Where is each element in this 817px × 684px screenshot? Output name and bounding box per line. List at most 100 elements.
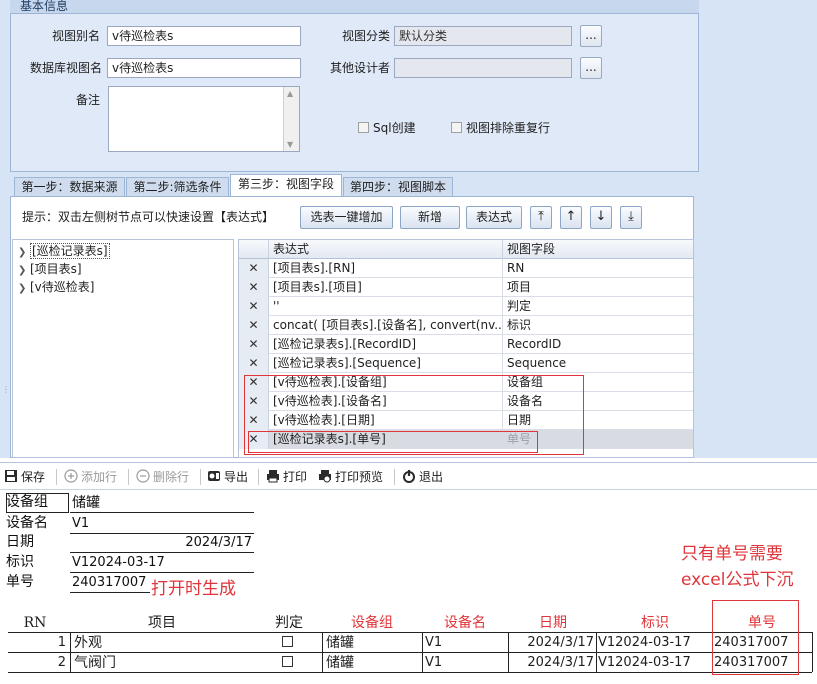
grid-row[interactable]: ✕ concat( [项目表s].[设备名], convert(nv... 标识 [239, 316, 693, 335]
remark-textarea[interactable]: ▲ ▼ [108, 86, 300, 152]
print-label: 打印 [283, 470, 308, 484]
add-button[interactable]: 新增 [400, 206, 460, 229]
chevron-right-icon[interactable]: ❯ [18, 281, 30, 297]
add-row-label: 添加行 [81, 470, 118, 484]
expression-cell[interactable]: '' [269, 297, 503, 316]
report-cell-equip-name[interactable]: V1 [425, 634, 505, 652]
export-button[interactable]: 导出 [207, 468, 248, 486]
exit-button[interactable]: 退出 [402, 468, 443, 486]
splitter-grip[interactable]: ⋮ [2, 386, 10, 402]
tree-node[interactable]: ❯ [项目表s] [18, 261, 82, 279]
other-designer-input[interactable] [394, 58, 572, 78]
delete-row-icon[interactable]: ✕ [239, 354, 269, 373]
report-cell-equip-name[interactable]: V1 [425, 654, 505, 672]
move-down-icon[interactable]: ↓ [590, 206, 612, 229]
db-view-name-input[interactable]: v待巡检表s [107, 58, 301, 78]
tree-node[interactable]: ❯ [巡检记录表s] [18, 243, 110, 261]
report-cell-rn[interactable]: 1 [8, 634, 66, 652]
expression-cell[interactable]: [巡检记录表s].[RecordID] [269, 335, 503, 354]
delete-row-icon[interactable]: ✕ [239, 297, 269, 316]
tab-filter[interactable]: 第二步:筛选条件 [126, 177, 229, 198]
view-field-cell[interactable]: 判定 [503, 297, 693, 316]
report-table-rule [596, 632, 597, 672]
report-cell-equip-group[interactable]: 储罐 [326, 654, 418, 672]
move-top-icon[interactable]: ⤒ [530, 206, 552, 229]
report-field-value[interactable]: 2024/3/17 [150, 534, 252, 552]
print-button[interactable]: 打印 [266, 468, 307, 486]
report-cell-ident[interactable]: V12024-03-17 [598, 654, 710, 672]
judge-checkbox[interactable] [282, 636, 293, 647]
add-row-button[interactable]: 添加行 [64, 468, 117, 486]
grid-header-expression[interactable]: 表达式 [269, 240, 503, 259]
expression-cell[interactable]: [项目表s].[RN] [269, 259, 503, 278]
view-field-cell[interactable]: 标识 [503, 316, 693, 335]
alias-input[interactable]: v待巡检表s [107, 26, 301, 46]
report-cell-item[interactable]: 外观 [74, 634, 254, 652]
note-excel-line2: excel公式下沉 [681, 570, 794, 590]
tab-view-script[interactable]: 第四步：视图脚本 [343, 177, 453, 198]
chevron-right-icon[interactable]: ❯ [18, 263, 30, 279]
view-field-cell[interactable]: RecordID [503, 335, 693, 354]
expression-cell[interactable]: [项目表s].[项目] [269, 278, 503, 297]
report-cell-ident[interactable]: V12024-03-17 [598, 634, 710, 652]
view-field-cell[interactable]: Sequence [503, 354, 693, 373]
print-preview-button[interactable]: 打印预览 [318, 468, 383, 486]
report-field-value[interactable]: V1 [72, 515, 89, 533]
judge-checkbox[interactable] [282, 656, 293, 667]
grid-row[interactable]: ✕ [巡检记录表s].[RecordID] RecordID [239, 335, 693, 354]
report-field-value[interactable]: 储罐 [72, 494, 100, 512]
view-field-cell[interactable]: RN [503, 259, 693, 278]
grid-row[interactable]: ✕ [项目表s].[项目] 项目 [239, 278, 693, 297]
delete-row-button[interactable]: 删除行 [136, 468, 189, 486]
scroll-down-icon[interactable]: ▼ [287, 140, 293, 149]
report-cell-equip-group[interactable]: 储罐 [326, 634, 418, 652]
report-cell-rn[interactable]: 2 [8, 654, 66, 672]
grid-header-view-field[interactable]: 视图字段 [503, 240, 693, 259]
report-selected-cell[interactable] [6, 493, 69, 513]
delete-row-icon[interactable]: ✕ [239, 316, 269, 335]
category-input[interactable]: 默认分类 [394, 26, 572, 46]
sql-create-label: Sql创建 [373, 121, 416, 135]
report-cell-judge[interactable] [282, 635, 293, 653]
view-field-cell[interactable]: 项目 [503, 278, 693, 297]
delete-row-icon[interactable]: ✕ [239, 335, 269, 354]
other-designer-browse-button[interactable]: ... [580, 57, 602, 79]
report-table-rule [812, 632, 813, 672]
grid-row[interactable]: ✕ '' 判定 [239, 297, 693, 316]
delete-row-icon[interactable]: ✕ [239, 278, 269, 297]
tab-data-source[interactable]: 第一步：数据来源 [14, 177, 125, 198]
report-field-value[interactable]: 240317007 [72, 574, 146, 592]
tree-node[interactable]: ❯ [v待巡检表] [18, 279, 94, 297]
expression-cell[interactable]: concat( [项目表s].[设备名], convert(nv... [269, 316, 503, 335]
report-cell-date[interactable]: 2024/3/17 [510, 654, 594, 672]
add-all-button[interactable]: 选表一键增加 [300, 206, 393, 229]
scroll-up-icon[interactable]: ▲ [287, 89, 293, 98]
move-up-icon[interactable]: ↑ [560, 206, 582, 229]
report-field-underline [70, 552, 254, 553]
remark-scrollbar[interactable]: ▲ ▼ [283, 87, 299, 151]
expression-button[interactable]: 表达式 [466, 206, 522, 229]
report-cell-item[interactable]: 气阀门 [74, 654, 254, 672]
checkbox-icon[interactable] [358, 122, 369, 133]
delete-row-icon[interactable]: ✕ [239, 259, 269, 278]
move-bottom-icon[interactable]: ⤓ [620, 206, 642, 229]
save-label: 保存 [21, 470, 46, 484]
report-toolbar: 保存 添加行 删除行 导出 打印 打印预览 退出 [0, 462, 817, 490]
report-field-value[interactable]: V12024-03-17 [72, 554, 165, 572]
sql-create-checkbox[interactable]: Sql创建 [358, 120, 416, 136]
db-view-name-label: 数据库视图名 [29, 61, 102, 75]
grid-row[interactable]: ✕ [巡检记录表s].[Sequence] Sequence [239, 354, 693, 373]
exclude-duplicate-checkbox[interactable]: 视图排除重复行 [451, 120, 550, 136]
report-cell-date[interactable]: 2024/3/17 [510, 634, 594, 652]
category-browse-button[interactable]: ... [580, 25, 602, 47]
remark-label: 备注 [75, 93, 100, 107]
chevron-right-icon[interactable]: ❯ [18, 245, 30, 261]
save-button[interactable]: 保存 [4, 468, 45, 486]
grid-row[interactable]: ✕ [项目表s].[RN] RN [239, 259, 693, 278]
tab-view-fields[interactable]: 第三步：视图字段 [230, 174, 342, 198]
table-tree[interactable]: ❯ [巡检记录表s] ❯ [项目表s] ❯ [v待巡检表] [12, 239, 234, 458]
expression-cell[interactable]: [巡检记录表s].[Sequence] [269, 354, 503, 373]
report-cell-judge[interactable] [282, 655, 293, 673]
report-field-label: 设备名 [6, 515, 48, 531]
checkbox-icon[interactable] [451, 122, 462, 133]
